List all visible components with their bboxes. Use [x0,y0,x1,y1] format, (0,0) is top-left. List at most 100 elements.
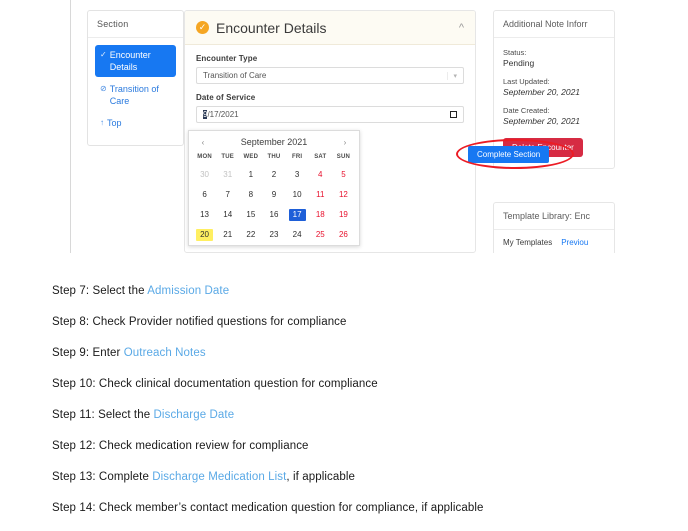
weekday-header: FRI [292,154,303,160]
calendar-day-label: 3 [294,170,300,179]
calendar-day-cell[interactable]: 22 [239,225,262,245]
calendar-day-cell[interactable]: 8 [239,185,262,205]
calendar-day-label: 2 [271,170,277,179]
calendar-day-cell[interactable]: 2 [262,165,285,185]
calendar-day-cell[interactable]: 21 [216,225,239,245]
calendar-day-cell[interactable]: 23 [262,225,285,245]
check-circle-icon: ✓ [196,21,209,34]
instruction-step: Step 10: Check clinical documentation qu… [52,376,652,392]
weekday-header: SUN [336,154,351,160]
template-library-tabs: My Templates Previou [494,230,614,253]
step-text: Step 11: Select the [52,409,154,421]
calendar-day-cell[interactable]: 4 [309,165,332,185]
calendar-day-cell[interactable]: 20 [193,225,216,245]
additional-note-header: Additional Note Inforr [494,11,614,38]
chevron-up-icon[interactable]: ^ [459,22,464,33]
calendar-week-row: 6 7 8 9 10 11 12 [193,185,355,205]
calendar-day-label: 9 [271,190,277,199]
calendar-day-cell[interactable]: 18 [309,205,332,225]
calendar-day-label: 30 [200,170,210,179]
calendar-day-cell[interactable]: 31 [216,165,239,185]
calendar-day-cell[interactable]: 6 [193,185,216,205]
calendar-week-row: 30 31 1 2 3 4 5 [193,165,355,185]
calendar-day-label: 26 [338,230,348,239]
section-nav-list: ✓ Encounter Details ⊘ Transition of Care… [88,38,183,145]
step-text: Step 12: Check medication review for com… [52,440,309,452]
calendar-day-cell[interactable]: 16 [262,205,285,225]
calendar-day-label: 10 [292,190,302,199]
calendar-week-row: 20 21 22 23 24 25 26 [193,225,355,245]
calendar-day-cell[interactable]: 1 [239,165,262,185]
calendar-day-label: 24 [292,230,302,239]
sidebar-item-label: Top [107,118,122,128]
application-screenshot: Section ✓ Encounter Details ⊘ Transition… [70,0,688,253]
chevron-down-icon: ▾ [447,71,457,80]
sidebar-item-transition-of-care[interactable]: ⊘ Transition of Care [95,79,176,111]
chevron-left-icon[interactable]: ‹ [198,138,208,147]
calendar-day-cell[interactable]: 25 [309,225,332,245]
chevron-right-icon[interactable]: › [340,138,350,147]
calendar-day-cell[interactable]: 14 [216,205,239,225]
date-picker-popup: ‹ September 2021 › MON TUE WED THU FRI S… [188,130,360,246]
instruction-steps: Step 7: Select the Admission Date Step 8:… [52,283,652,531]
tab-previous[interactable]: Previou [561,238,588,247]
calendar-day-cell[interactable]: 24 [286,225,309,245]
arrow-up-icon: ↑ [100,118,104,127]
calendar-day-cell[interactable]: 30 [193,165,216,185]
sidebar-item-top[interactable]: ↑ Top [95,113,176,133]
calendar-day-label: 6 [202,190,207,199]
calendar-day-cell[interactable]: 13 [193,205,216,225]
encounter-type-select[interactable]: Transition of Care ▾ [196,67,464,84]
calendar-day-label: 21 [223,230,233,239]
sidebar-item-label: Transition of Care [109,84,159,106]
calendar-day-label: 8 [248,190,254,199]
encounter-type-value: Transition of Care [203,71,267,80]
calendar-day-cell[interactable]: 3 [286,165,309,185]
step-text: Step 10: Check clinical documentation qu… [52,378,378,390]
sidebar-item-encounter-details[interactable]: ✓ Encounter Details [95,45,176,77]
calendar-day-label: 13 [200,210,210,219]
calendar-day-cell[interactable]: 11 [309,185,332,205]
calendar-day-label: 20 [196,229,214,241]
calendar-day-cell[interactable]: 10 [286,185,309,205]
calendar-day-cell[interactable]: 26 [332,225,355,245]
weekday-header: THU [267,154,281,160]
calendar-weekday-row: MON TUE WED THU FRI SAT SUN [193,151,355,165]
calendar-day-label: 14 [223,210,233,219]
date-created-label: Date Created: [503,106,550,115]
step-link[interactable]: Discharge Date [154,409,235,421]
calendar-day-label: 1 [248,170,254,179]
step-link[interactable]: Discharge Medication List [152,471,286,483]
calendar-day-cell[interactable]: 19 [332,205,355,225]
check-circle-icon: ⊘ [100,84,107,93]
step-text: Step 13: Complete [52,471,153,483]
calendar-icon[interactable] [450,111,457,118]
calendar-day-cell[interactable]: 12 [332,185,355,205]
calendar-day-label: 5 [341,170,346,179]
step-link[interactable]: Admission Date [147,285,229,297]
weekday-header: SAT [314,154,327,160]
calendar-day-label: 12 [338,190,348,199]
date-of-service-input[interactable]: 9/17/2021 [196,106,464,123]
weekday-header: TUE [221,154,235,160]
calendar-day-cell[interactable]: 7 [216,185,239,205]
calendar-day-cell[interactable]: 17 [286,205,309,225]
calendar-day-label: 31 [223,170,233,179]
tab-my-templates[interactable]: My Templates [503,238,552,247]
last-updated-value: September 20, 2021 [503,87,581,97]
step-text: Step 7: Select the [52,285,148,297]
page-title: Encounter Details [216,19,327,36]
calendar-day-cell[interactable]: 9 [262,185,285,205]
date-remainder: /17/2021 [207,110,239,119]
instruction-step: Step 7: Select the Admission Date [52,283,652,299]
calendar-weeks: 30 31 1 2 3 4 5 6 7 8 9 10 11 12 13 14 15 16 17 18 19 20 21 22 2… [193,165,355,245]
step-link[interactable]: Outreach Notes [124,347,206,359]
status-label: Status: [503,48,527,57]
calendar-day-cell[interactable]: 15 [239,205,262,225]
calendar-day-label: 19 [338,210,348,219]
calendar-grid: MON TUE WED THU FRI SAT SUN 30 31 1 2 3 4 5 6 7 8… [193,151,355,245]
calendar-day-cell[interactable]: 5 [332,165,355,185]
template-library-panel: Template Library: Enc My Templates Previ… [493,202,615,253]
calendar-week-row: 13 14 15 16 17 18 19 [193,205,355,225]
instruction-step: Step 13: Complete Discharge Medication L… [52,469,652,485]
